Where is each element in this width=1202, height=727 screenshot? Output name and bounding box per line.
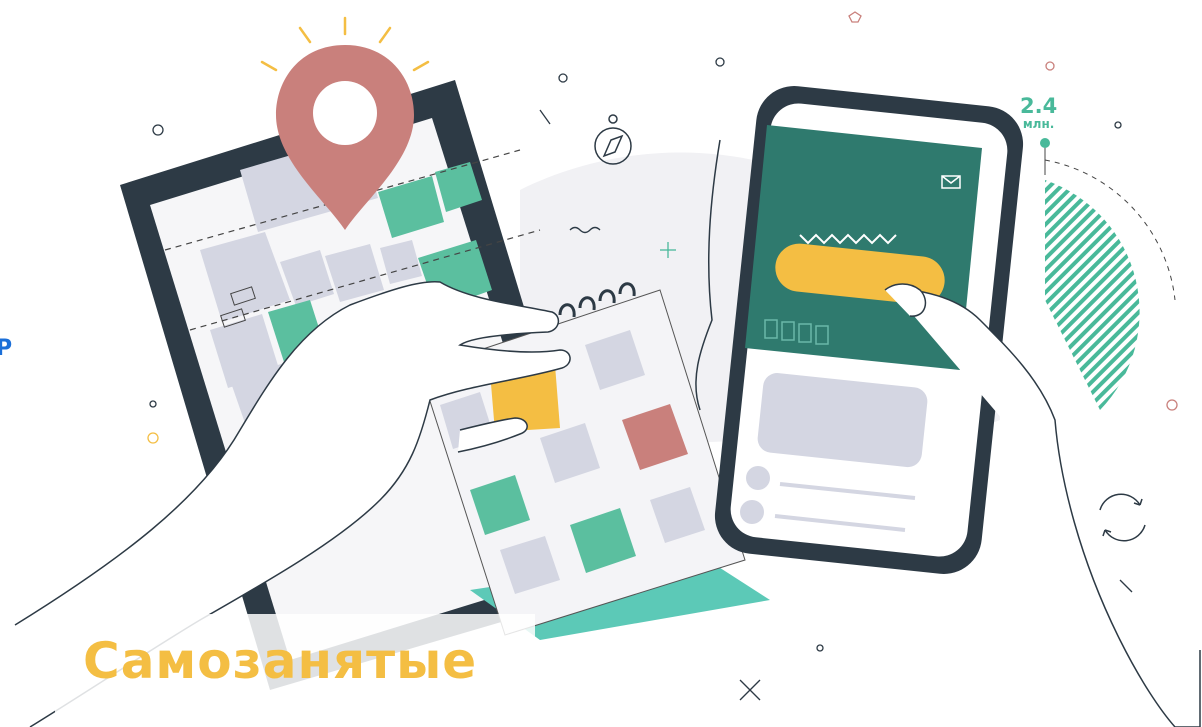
stat-label: 2.4 млн. <box>1020 94 1058 131</box>
stat-value: 2.4 <box>1020 94 1058 118</box>
page-title: Самозанятые <box>83 632 478 690</box>
refresh-icon <box>1099 493 1146 542</box>
edge-glyph: Р <box>0 336 13 361</box>
progress-arc <box>1040 138 1176 410</box>
stat-unit: млн. <box>1022 117 1055 131</box>
compass-icon <box>594 114 632 165</box>
